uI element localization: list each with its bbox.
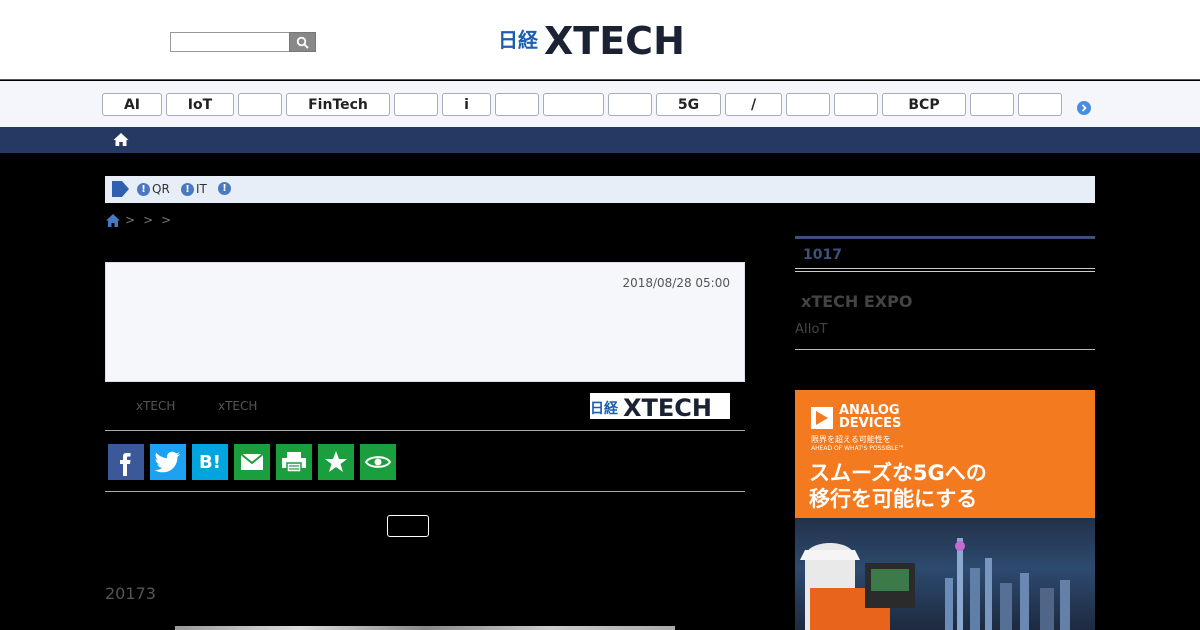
hatena-share-button[interactable]: B!	[192, 444, 228, 480]
section-number: 20173	[105, 584, 156, 603]
breadcrumb: > > >	[105, 212, 175, 228]
analog-devices-logo-icon	[811, 407, 833, 429]
mail-icon	[240, 453, 264, 470]
bookmark-button[interactable]	[318, 444, 354, 480]
print-button[interactable]	[276, 444, 312, 480]
ad-brand: ANALOG DEVICES	[839, 403, 902, 431]
tag-slash[interactable]: /	[725, 93, 782, 116]
ranking-title[interactable]: 1017	[803, 247, 842, 263]
notice-label: IT	[196, 182, 207, 196]
search-icon	[296, 36, 309, 49]
alert-icon: !	[218, 182, 231, 195]
expo-box[interactable]: xTECH EXPO AIIoT	[795, 272, 1095, 350]
svg-text:XTECH: XTECH	[623, 394, 712, 419]
home-link[interactable]	[112, 131, 130, 148]
facebook-icon	[120, 453, 131, 476]
notice-bar: ! QR ! IT !	[105, 176, 1095, 203]
mail-share-button[interactable]	[234, 444, 270, 480]
article-date: 2018/08/28 05:00	[622, 276, 730, 290]
expo-title[interactable]: xTECH EXPO	[801, 292, 912, 311]
article-byline: xTECH xTECH 日経 XTECH	[105, 383, 745, 431]
alert-icon: !	[137, 182, 150, 196]
logo-prefix: 日経	[498, 28, 539, 52]
tag-5g[interactable]: 5G	[656, 93, 721, 116]
article-photo	[175, 626, 675, 630]
ranking-box: 1017	[795, 236, 1095, 272]
chevron-right-icon	[1081, 104, 1087, 112]
tag-navigation: AI IoT FinTech i 5G / BCP	[0, 81, 1200, 127]
author-link[interactable]: xTECH	[136, 399, 175, 413]
tag-3[interactable]	[238, 93, 282, 116]
tag-16[interactable]	[1018, 93, 1062, 116]
tag-8[interactable]	[543, 93, 604, 116]
tag-12[interactable]	[786, 93, 830, 116]
ad-tagline-en: AHEAD OF WHAT'S POSSIBLE™	[811, 445, 905, 452]
tag-fintech[interactable]: FinTech	[286, 93, 390, 116]
tag-15[interactable]	[970, 93, 1014, 116]
home-icon[interactable]	[105, 213, 121, 228]
watch-button[interactable]	[360, 444, 396, 480]
star-icon	[325, 451, 347, 472]
notice-item-3[interactable]: !	[218, 182, 233, 195]
breadcrumb-separator: >	[161, 213, 172, 227]
tag-7[interactable]	[495, 93, 539, 116]
expo-subtitle: AIIoT	[795, 322, 828, 337]
site-logo[interactable]: 日経 XTECH	[498, 19, 704, 63]
facebook-share-button[interactable]	[108, 444, 144, 480]
breadcrumb-separator: >	[143, 213, 154, 227]
tag-ai[interactable]: AI	[102, 93, 162, 116]
print-icon	[282, 452, 306, 473]
share-bar: B!	[105, 432, 745, 492]
flag-icon	[112, 181, 129, 197]
breadcrumb-separator: >	[125, 213, 136, 227]
eye-icon	[365, 456, 391, 468]
alert-icon: !	[181, 182, 194, 196]
sidebar-ad[interactable]: ANALOG DEVICES 限界を超える可能性を AHEAD OF WHAT'…	[795, 390, 1095, 630]
article-header: 2018/08/28 05:00	[105, 262, 745, 382]
notice-label: QR	[152, 182, 170, 196]
notice-item-qr[interactable]: ! QR	[137, 182, 170, 196]
ad-tagline-jp: 限界を超える可能性を	[811, 435, 891, 444]
notice-item-it[interactable]: ! IT	[181, 182, 207, 196]
publication-logo: 日経 XTECH	[590, 393, 730, 422]
hatena-icon: B!	[199, 451, 221, 473]
search-button[interactable]	[289, 32, 316, 52]
twitter-icon	[155, 451, 180, 473]
ad-headline: スムーズな5Gへの 移行を可能にする	[809, 461, 987, 511]
small-action-button[interactable]	[387, 515, 429, 537]
ad-photo	[795, 518, 1095, 630]
tag-iot[interactable]: IoT	[166, 93, 234, 116]
author-link[interactable]: xTECH	[218, 399, 257, 413]
site-header: 日経 XTECH	[0, 0, 1200, 80]
tag-9[interactable]	[608, 93, 652, 116]
tag-bcp[interactable]: BCP	[882, 93, 966, 116]
main-nav-bar	[0, 127, 1200, 153]
tag-13[interactable]	[834, 93, 878, 116]
svg-text:日経: 日経	[590, 400, 619, 417]
home-icon	[113, 133, 129, 146]
tags-next-button[interactable]	[1077, 101, 1091, 115]
tag-5[interactable]	[394, 93, 438, 116]
tag-i[interactable]: i	[442, 93, 491, 116]
search-form	[170, 32, 316, 52]
search-input[interactable]	[170, 32, 290, 52]
twitter-share-button[interactable]	[150, 444, 186, 480]
